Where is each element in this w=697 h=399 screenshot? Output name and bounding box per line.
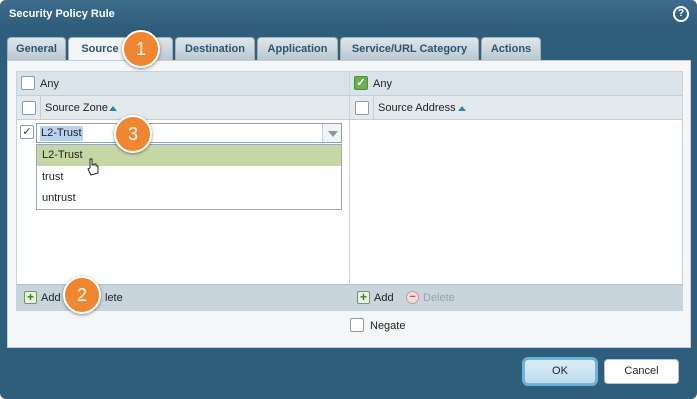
negate-label: Negate — [370, 320, 406, 332]
tab-service-url-category[interactable]: Service/URL Category — [340, 37, 479, 61]
source-address-add-label[interactable]: Add — [374, 292, 394, 304]
source-zone-header-label: Source Zone — [45, 102, 108, 114]
add-icon[interactable]: + — [357, 291, 370, 304]
security-policy-rule-dialog: Security Policy Rule ? General Source De… — [0, 0, 697, 399]
source-address-header-label: Source Address — [378, 102, 456, 114]
source-zone-any-checkbox[interactable] — [21, 76, 35, 90]
source-zone-add-label[interactable]: Add — [41, 292, 61, 304]
source-zone-any-row: Any — [17, 72, 349, 96]
chevron-down-icon[interactable] — [322, 124, 341, 142]
hand-cursor-icon — [87, 158, 99, 176]
tab-application[interactable]: Application — [257, 37, 338, 61]
ok-button[interactable]: OK — [524, 359, 596, 384]
source-zone-dropdown: L2-Trust trust untrust — [36, 144, 342, 210]
source-zone-row-checkbox[interactable]: ✓ — [20, 125, 34, 139]
source-address-any-label: Any — [373, 78, 392, 90]
dialog-title: Security Policy Rule — [9, 8, 115, 20]
source-zone-delete-label[interactable]: lete — [105, 292, 123, 304]
callout-badge-2: 2 — [63, 276, 101, 314]
source-zone-column-header[interactable]: Source Zone — [17, 96, 349, 120]
source-zone-any-label: Any — [40, 78, 59, 90]
title-bar[interactable]: Security Policy Rule ? — [0, 0, 697, 30]
source-zone-select-all-checkbox[interactable] — [22, 101, 36, 115]
delete-icon[interactable]: − — [406, 291, 419, 304]
add-icon[interactable]: + — [24, 291, 37, 304]
tab-actions[interactable]: Actions — [481, 37, 541, 61]
dropdown-option-l2-trust[interactable]: L2-Trust — [37, 145, 341, 166]
source-zone-combo-value[interactable]: L2-Trust — [40, 126, 83, 141]
source-address-any-row: ✓ Any — [350, 72, 682, 96]
sort-ascending-icon — [458, 106, 466, 111]
source-address-column-header[interactable]: Source Address — [350, 96, 682, 120]
callout-badge-1: 1 — [122, 30, 160, 68]
dropdown-option-untrust[interactable]: untrust — [37, 188, 341, 209]
callout-badge-3: 3 — [114, 115, 152, 153]
source-address-delete-label[interactable]: Delete — [423, 292, 455, 304]
source-address-any-checkbox[interactable]: ✓ — [354, 76, 368, 90]
source-address-panel: ✓ Any Source Address + Add − Delete — [349, 71, 683, 311]
tab-destination[interactable]: Destination — [175, 37, 255, 61]
source-address-footer: + Add − Delete — [350, 284, 682, 310]
tab-general[interactable]: General — [7, 37, 66, 61]
help-icon[interactable]: ? — [673, 6, 689, 22]
cancel-button[interactable]: Cancel — [604, 359, 679, 384]
source-zone-combobox[interactable]: L2-Trust — [36, 123, 342, 143]
dropdown-option-trust[interactable]: trust — [37, 167, 341, 188]
source-address-select-all-checkbox[interactable] — [355, 101, 369, 115]
negate-checkbox[interactable] — [350, 318, 364, 332]
sort-ascending-icon — [109, 106, 117, 111]
